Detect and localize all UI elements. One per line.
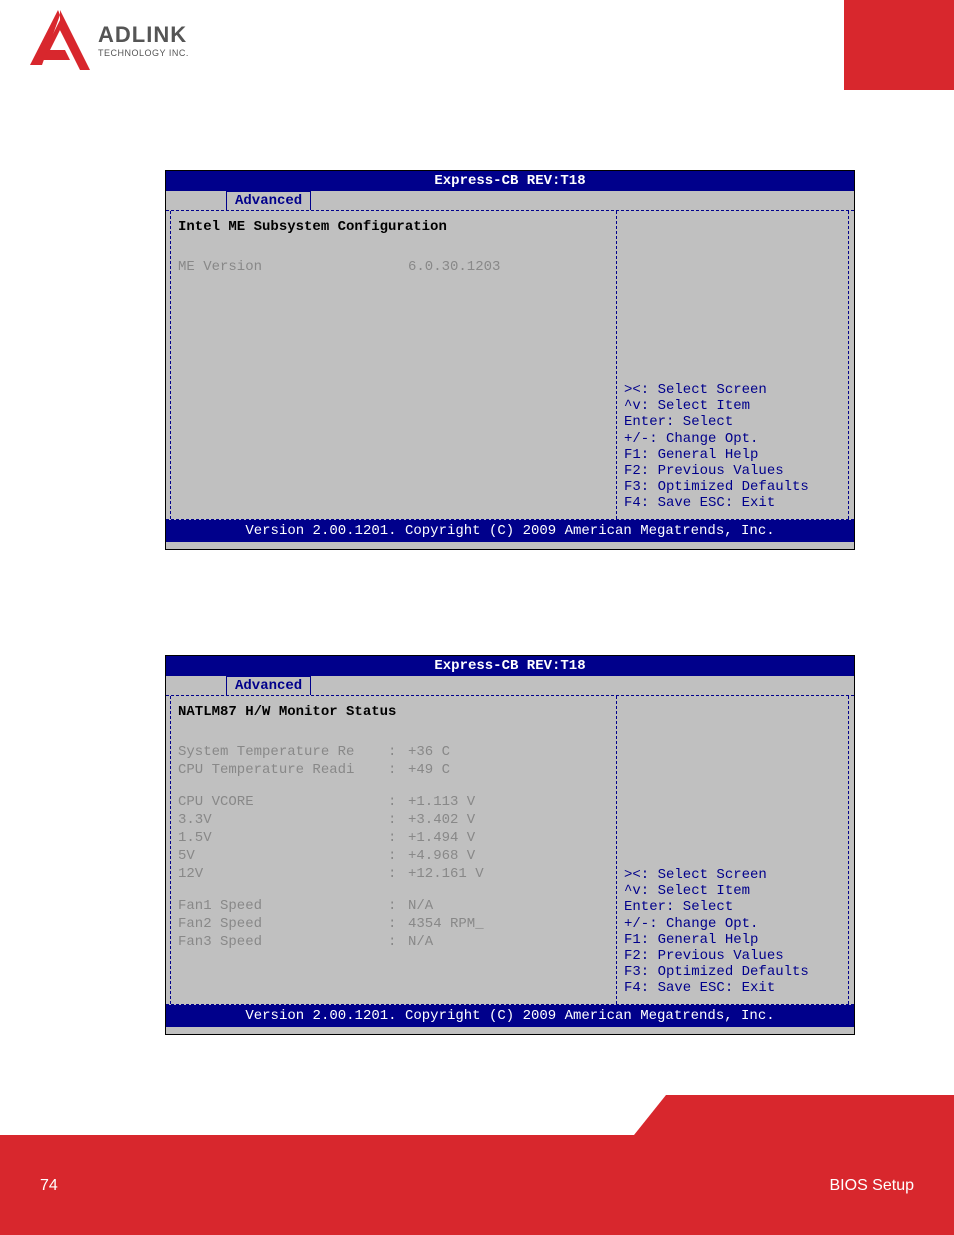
help-line: F3: Optimized Defaults [624,964,844,980]
setting-row: Fan3 Speed : N/A [178,934,608,950]
bios-title-bar: Express-CB REV:T18 [166,656,854,676]
page-footer-bar: 74 BIOS Setup [0,1135,954,1235]
bios-settings-pane: NATLM87 H/W Monitor Status System Temper… [178,704,608,952]
company-logo: ADLINK TECHNOLOGY INC. [30,10,189,70]
setting-value: +1.113 V [408,794,475,810]
setting-row: CPU VCORE : +1.113 V [178,794,608,810]
setting-row: System Temperature Re : +36 C [178,744,608,760]
adlink-logo-icon [30,10,90,70]
setting-label: Fan3 Speed [178,934,388,950]
setting-value: +49 C [408,762,450,778]
setting-value: +3.402 V [408,812,475,828]
tab-advanced: Advanced [226,676,311,695]
logo-tagline-text: TECHNOLOGY INC. [98,48,189,58]
setting-row: 5V : +4.968 V [178,848,608,864]
bios-section-title: NATLM87 H/W Monitor Status [178,704,608,720]
bios-body: Intel ME Subsystem Configuration ME Vers… [166,210,854,520]
help-line: ><: Select Screen [624,382,844,398]
help-line: F4: Save ESC: Exit [624,495,844,511]
bios-settings-pane: Intel ME Subsystem Configuration ME Vers… [178,219,608,277]
bios-help-pane: ><: Select Screen ^v: Select Item Enter:… [624,867,844,996]
setting-row: 1.5V : +1.494 V [178,830,608,846]
help-line: F2: Previous Values [624,463,844,479]
setting-row: CPU Temperature Readi : +49 C [178,762,608,778]
setting-value: +36 C [408,744,450,760]
setting-row: Fan2 Speed : 4354 RPM_ [178,916,608,932]
setting-label: Fan1 Speed [178,898,388,914]
bios-help-pane: ><: Select Screen ^v: Select Item Enter:… [624,382,844,511]
bios-tab-row: Advanced [166,191,854,210]
setting-label: 12V [178,866,388,882]
tab-advanced: Advanced [226,191,311,210]
setting-label: 3.3V [178,812,388,828]
setting-row: Fan1 Speed : N/A [178,898,608,914]
bios-title-bar: Express-CB REV:T18 [166,171,854,191]
help-line: F4: Save ESC: Exit [624,980,844,996]
setting-label: ME Version [178,259,388,275]
setting-value: 4354 RPM_ [408,916,484,932]
help-line: +/-: Change Opt. [624,431,844,447]
help-line: F2: Previous Values [624,948,844,964]
help-line: ><: Select Screen [624,867,844,883]
help-line: ^v: Select Item [624,883,844,899]
footer-section-label: BIOS Setup [830,1177,915,1195]
bios-body: NATLM87 H/W Monitor Status System Temper… [166,695,854,1005]
setting-label: 5V [178,848,388,864]
help-line: Enter: Select [624,414,844,430]
setting-label: CPU VCORE [178,794,388,810]
setting-value: N/A [408,934,433,950]
bios-screenshot-hw-monitor: Express-CB REV:T18 Advanced NATLM87 H/W … [165,655,855,1035]
bios-vertical-divider [616,696,617,1004]
help-line: ^v: Select Item [624,398,844,414]
bios-screenshot-me-subsystem: Express-CB REV:T18 Advanced Intel ME Sub… [165,170,855,550]
footer-accent-flap [634,1095,954,1135]
bios-copyright-footer: Version 2.00.1201. Copyright (C) 2009 Am… [166,1005,854,1027]
setting-row: 12V : +12.161 V [178,866,608,882]
setting-label: 1.5V [178,830,388,846]
help-line: +/-: Change Opt. [624,916,844,932]
setting-label: System Temperature Re [178,744,388,760]
help-line: Enter: Select [624,899,844,915]
setting-row: 3.3V : +3.402 V [178,812,608,828]
help-line: F1: General Help [624,932,844,948]
page-number: 74 [40,1177,58,1195]
setting-label: CPU Temperature Readi [178,762,388,778]
bios-vertical-divider [616,211,617,519]
bios-tab-row: Advanced [166,676,854,695]
setting-value: 6.0.30.1203 [408,259,500,275]
help-line: F3: Optimized Defaults [624,479,844,495]
setting-value: N/A [408,898,433,914]
bios-section-title: Intel ME Subsystem Configuration [178,219,608,235]
brand-accent-block [844,0,954,90]
setting-value: +1.494 V [408,830,475,846]
setting-value: +12.161 V [408,866,484,882]
bios-copyright-footer: Version 2.00.1201. Copyright (C) 2009 Am… [166,520,854,542]
setting-label: Fan2 Speed [178,916,388,932]
help-line: F1: General Help [624,447,844,463]
setting-row: ME Version 6.0.30.1203 [178,259,608,275]
logo-brand-text: ADLINK [98,22,189,48]
setting-value: +4.968 V [408,848,475,864]
